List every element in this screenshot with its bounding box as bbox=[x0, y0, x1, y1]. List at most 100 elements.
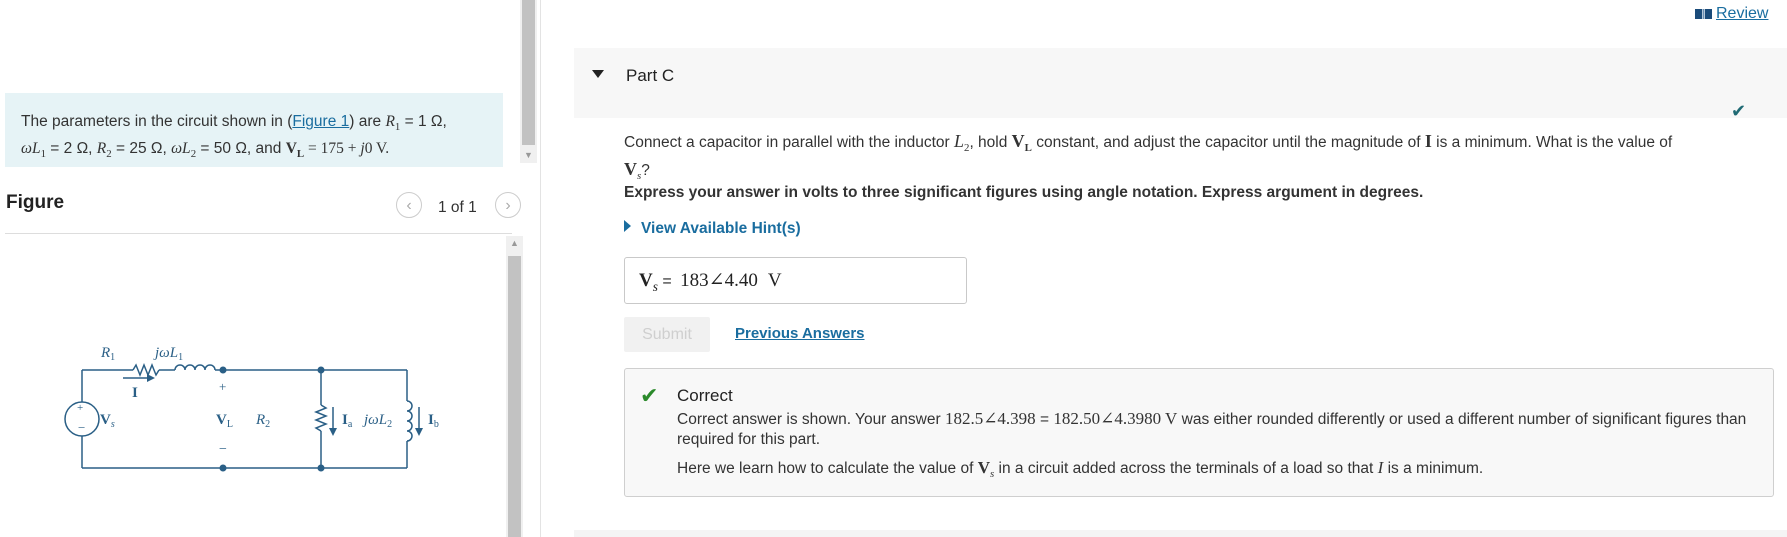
feedback-fragment: = bbox=[1035, 411, 1054, 428]
feedback-panel: ✔ Correct Correct answer is shown. Your … bbox=[624, 368, 1774, 497]
vl-plus: + bbox=[219, 379, 226, 394]
answer-unit: V bbox=[767, 270, 782, 291]
label-i: I bbox=[132, 385, 138, 401]
arrowhead bbox=[147, 374, 155, 382]
source-plus: + bbox=[77, 402, 83, 414]
checkmark-icon: ✔ bbox=[1731, 101, 1747, 121]
question-fragment: , hold bbox=[969, 134, 1012, 151]
part-header[interactable]: Part C ✔ bbox=[574, 48, 1787, 121]
feedback-fragment: in a circuit added across the terminals … bbox=[994, 460, 1378, 477]
question-fragment: constant, and adjust the capacitor until… bbox=[1031, 134, 1425, 151]
param-r1: R bbox=[385, 113, 395, 130]
label-ib: Ib bbox=[428, 412, 439, 430]
feedback-text: Correct answer is shown. Your answer 182… bbox=[677, 409, 1757, 450]
feedback-fragment: is a minimum. bbox=[1383, 460, 1484, 477]
feedback-title: Correct bbox=[677, 386, 733, 405]
node-dot bbox=[317, 464, 325, 472]
check-icon: ✔ bbox=[640, 383, 659, 408]
previous-figure-button[interactable]: ‹ bbox=[396, 192, 422, 218]
figure-link[interactable]: Figure 1 bbox=[292, 113, 349, 130]
node-dot bbox=[219, 366, 227, 374]
symbol-vs: V bbox=[624, 159, 637, 180]
param-value: 0 V. bbox=[364, 140, 390, 158]
caret-down-icon[interactable] bbox=[592, 70, 604, 78]
node-dot bbox=[317, 366, 325, 374]
figure-title: Figure bbox=[6, 192, 65, 213]
circuit-diagram: R1 jωL1 I + − Vs + − VL R2 Ia jωL2 Ib bbox=[64, 345, 439, 472]
param-wl1: ωL bbox=[21, 140, 41, 158]
equals-sign: = bbox=[657, 273, 677, 290]
param-value: = 1 Ω, bbox=[400, 113, 447, 130]
figure-scrollbar[interactable]: ▲ bbox=[506, 236, 523, 537]
node-dot bbox=[219, 464, 227, 472]
answer-input[interactable]: Vs = 183∠4.40 V bbox=[624, 257, 967, 304]
answer-instructions: Express your answer in volts to three si… bbox=[624, 184, 1424, 201]
pane-divider bbox=[540, 0, 541, 537]
source-minus: − bbox=[78, 420, 85, 435]
answer-variable: V bbox=[639, 270, 653, 291]
arrowhead bbox=[329, 428, 337, 436]
arrowhead bbox=[415, 428, 423, 436]
submit-button[interactable]: Submit bbox=[624, 317, 710, 352]
scrollbar-thumb[interactable] bbox=[508, 256, 521, 537]
next-figure-button[interactable]: › bbox=[495, 192, 521, 218]
symbol-vs: V bbox=[977, 458, 990, 477]
user-answer-full: 182.50∠4.3980 bbox=[1053, 409, 1162, 428]
question-fragment: Connect a capacitor in parallel with the… bbox=[624, 134, 954, 151]
resistor-r2-symbol bbox=[313, 404, 329, 432]
scroll-down-icon[interactable]: ▼ bbox=[524, 150, 533, 160]
chevron-right-icon: › bbox=[505, 197, 511, 214]
problem-scrollbar[interactable]: ▼ bbox=[520, 0, 537, 163]
chevron-left-icon: ‹ bbox=[406, 197, 412, 214]
figure-header: Figure ‹ 1 of 1 › bbox=[5, 180, 525, 234]
feedback-note: Here we learn how to calculate the value… bbox=[677, 458, 1483, 480]
vl-minus: − bbox=[219, 442, 227, 457]
symbol-i: I bbox=[1424, 131, 1432, 151]
param-value: = 175 + bbox=[304, 140, 361, 158]
symbol-vl: V bbox=[1011, 131, 1025, 151]
left-pane: The parameters in the circuit shown in (… bbox=[0, 0, 521, 537]
param-r2: R bbox=[96, 140, 107, 158]
unit: V bbox=[1161, 409, 1178, 428]
previous-answers-link[interactable]: Previous Answers bbox=[735, 325, 865, 342]
feedback-fragment: Here we learn how to calculate the value… bbox=[677, 460, 978, 477]
scrollbar-thumb[interactable] bbox=[522, 0, 535, 145]
label-jwl1: jωL1 bbox=[153, 345, 183, 363]
param-value: = 50 Ω, and bbox=[196, 140, 286, 158]
caret-right-icon bbox=[624, 220, 631, 232]
label-vs: Vs bbox=[100, 412, 115, 430]
param-wl2: ωL bbox=[171, 140, 191, 158]
book-icon bbox=[1695, 8, 1712, 19]
inductor-l1-symbol bbox=[174, 364, 216, 371]
symbol-l2: L bbox=[954, 131, 965, 151]
view-hints-toggle[interactable]: View Available Hint(s) bbox=[624, 220, 801, 238]
param-vl: V bbox=[285, 140, 297, 158]
answer-value: 183∠4.40 bbox=[680, 270, 758, 291]
param-value: = 2 Ω, bbox=[46, 140, 97, 158]
question-fragment: is a minimum. What is the value of bbox=[1431, 134, 1673, 151]
review-label: Review bbox=[1716, 5, 1769, 22]
inductor-l2-symbol bbox=[406, 400, 413, 442]
label-ia: Ia bbox=[342, 412, 353, 430]
label-r1: R1 bbox=[100, 345, 115, 363]
question-fragment: ? bbox=[641, 162, 650, 180]
review-link[interactable]: Review bbox=[1695, 5, 1768, 23]
user-answer: 182.5∠4.398 bbox=[944, 409, 1036, 428]
next-part-strip bbox=[574, 530, 1787, 537]
divider bbox=[5, 233, 512, 234]
label-jwl2: jωL2 bbox=[362, 412, 392, 430]
figure-counter: 1 of 1 bbox=[438, 199, 477, 216]
feedback-fragment: Correct answer is shown. Your answer bbox=[677, 411, 945, 428]
label-vl: VL bbox=[216, 412, 233, 430]
problem-text: The parameters in the circuit shown in ( bbox=[21, 113, 293, 130]
label-r2: R2 bbox=[255, 412, 270, 430]
scroll-up-icon[interactable]: ▲ bbox=[510, 238, 519, 248]
question-text: Connect a capacitor in parallel with the… bbox=[624, 131, 1774, 187]
param-value: = 25 Ω, bbox=[111, 140, 172, 158]
hints-label: View Available Hint(s) bbox=[641, 220, 801, 237]
problem-statement: The parameters in the circuit shown in (… bbox=[5, 93, 503, 167]
problem-text: ) are bbox=[349, 113, 382, 130]
subscript: L bbox=[1024, 142, 1032, 155]
resistor-r1-symbol bbox=[132, 362, 160, 378]
part-title: Part C bbox=[626, 66, 675, 85]
